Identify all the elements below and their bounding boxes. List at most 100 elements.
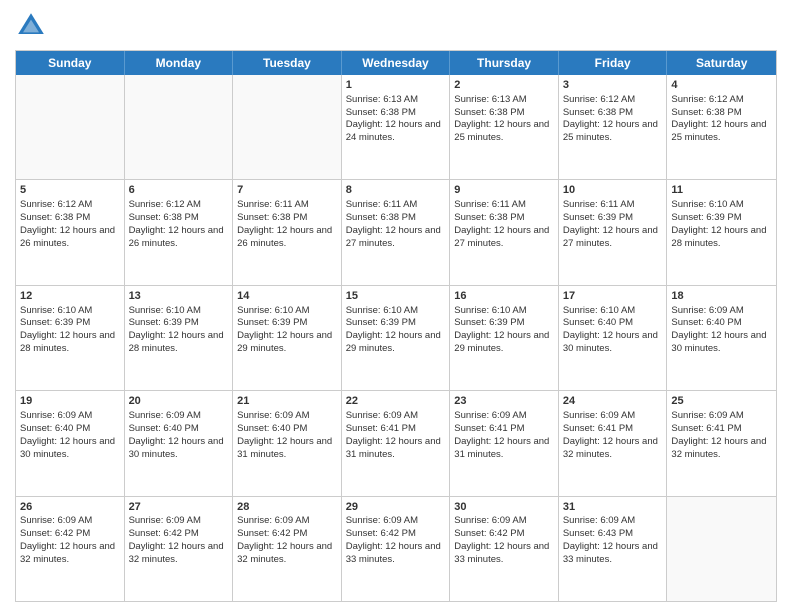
day-number: 30 <box>454 500 554 515</box>
daylight-text: Daylight: 12 hours and 29 minutes. <box>346 330 441 354</box>
day-number: 13 <box>129 289 229 304</box>
logo <box>15 10 51 42</box>
calendar-cell: 28Sunrise: 6:09 AMSunset: 6:42 PMDayligh… <box>233 497 342 601</box>
calendar-cell: 15Sunrise: 6:10 AMSunset: 6:39 PMDayligh… <box>342 286 451 390</box>
sunrise-text: Sunrise: 6:12 AM <box>671 94 743 105</box>
calendar-cell: 21Sunrise: 6:09 AMSunset: 6:40 PMDayligh… <box>233 391 342 495</box>
sunset-text: Sunset: 6:42 PM <box>237 528 307 539</box>
day-header-friday: Friday <box>559 51 668 75</box>
day-number: 20 <box>129 394 229 409</box>
calendar-week-3: 12Sunrise: 6:10 AMSunset: 6:39 PMDayligh… <box>16 285 776 390</box>
day-number: 12 <box>20 289 120 304</box>
sunrise-text: Sunrise: 6:11 AM <box>237 199 309 210</box>
sunset-text: Sunset: 6:39 PM <box>454 317 524 328</box>
calendar-cell: 5Sunrise: 6:12 AMSunset: 6:38 PMDaylight… <box>16 180 125 284</box>
sunrise-text: Sunrise: 6:11 AM <box>454 199 526 210</box>
day-header-saturday: Saturday <box>667 51 776 75</box>
sunrise-text: Sunrise: 6:13 AM <box>454 94 526 105</box>
daylight-text: Daylight: 12 hours and 26 minutes. <box>237 225 332 249</box>
sunset-text: Sunset: 6:38 PM <box>563 107 633 118</box>
sunset-text: Sunset: 6:40 PM <box>20 423 90 434</box>
calendar-cell: 17Sunrise: 6:10 AMSunset: 6:40 PMDayligh… <box>559 286 668 390</box>
sunset-text: Sunset: 6:38 PM <box>454 107 524 118</box>
sunrise-text: Sunrise: 6:09 AM <box>129 410 201 421</box>
calendar-cell: 4Sunrise: 6:12 AMSunset: 6:38 PMDaylight… <box>667 75 776 179</box>
calendar-cell: 7Sunrise: 6:11 AMSunset: 6:38 PMDaylight… <box>233 180 342 284</box>
sunset-text: Sunset: 6:43 PM <box>563 528 633 539</box>
logo-icon <box>15 10 47 42</box>
day-number: 28 <box>237 500 337 515</box>
sunrise-text: Sunrise: 6:09 AM <box>20 410 92 421</box>
daylight-text: Daylight: 12 hours and 30 minutes. <box>129 436 224 460</box>
calendar-cell: 16Sunrise: 6:10 AMSunset: 6:39 PMDayligh… <box>450 286 559 390</box>
calendar-cell <box>233 75 342 179</box>
sunset-text: Sunset: 6:40 PM <box>237 423 307 434</box>
sunrise-text: Sunrise: 6:09 AM <box>671 410 743 421</box>
sunset-text: Sunset: 6:39 PM <box>20 317 90 328</box>
daylight-text: Daylight: 12 hours and 29 minutes. <box>454 330 549 354</box>
sunrise-text: Sunrise: 6:09 AM <box>454 515 526 526</box>
sunrise-text: Sunrise: 6:10 AM <box>129 305 201 316</box>
calendar-cell: 12Sunrise: 6:10 AMSunset: 6:39 PMDayligh… <box>16 286 125 390</box>
sunset-text: Sunset: 6:38 PM <box>20 212 90 223</box>
sunset-text: Sunset: 6:39 PM <box>237 317 307 328</box>
sunset-text: Sunset: 6:39 PM <box>129 317 199 328</box>
calendar-cell: 24Sunrise: 6:09 AMSunset: 6:41 PMDayligh… <box>559 391 668 495</box>
calendar-cell: 8Sunrise: 6:11 AMSunset: 6:38 PMDaylight… <box>342 180 451 284</box>
calendar-body: 1Sunrise: 6:13 AMSunset: 6:38 PMDaylight… <box>16 75 776 601</box>
sunrise-text: Sunrise: 6:09 AM <box>129 515 201 526</box>
day-number: 22 <box>346 394 446 409</box>
calendar-cell: 27Sunrise: 6:09 AMSunset: 6:42 PMDayligh… <box>125 497 234 601</box>
sunset-text: Sunset: 6:38 PM <box>129 212 199 223</box>
daylight-text: Daylight: 12 hours and 32 minutes. <box>671 436 766 460</box>
sunrise-text: Sunrise: 6:09 AM <box>20 515 92 526</box>
day-number: 1 <box>346 78 446 93</box>
daylight-text: Daylight: 12 hours and 32 minutes. <box>237 541 332 565</box>
calendar-cell: 11Sunrise: 6:10 AMSunset: 6:39 PMDayligh… <box>667 180 776 284</box>
daylight-text: Daylight: 12 hours and 30 minutes. <box>20 436 115 460</box>
daylight-text: Daylight: 12 hours and 32 minutes. <box>563 436 658 460</box>
daylight-text: Daylight: 12 hours and 27 minutes. <box>563 225 658 249</box>
calendar-cell: 14Sunrise: 6:10 AMSunset: 6:39 PMDayligh… <box>233 286 342 390</box>
sunset-text: Sunset: 6:41 PM <box>346 423 416 434</box>
daylight-text: Daylight: 12 hours and 33 minutes. <box>346 541 441 565</box>
sunrise-text: Sunrise: 6:10 AM <box>20 305 92 316</box>
daylight-text: Daylight: 12 hours and 25 minutes. <box>563 119 658 143</box>
daylight-text: Daylight: 12 hours and 28 minutes. <box>671 225 766 249</box>
calendar-cell <box>16 75 125 179</box>
daylight-text: Daylight: 12 hours and 33 minutes. <box>454 541 549 565</box>
calendar-cell: 29Sunrise: 6:09 AMSunset: 6:42 PMDayligh… <box>342 497 451 601</box>
sunrise-text: Sunrise: 6:10 AM <box>671 199 743 210</box>
sunrise-text: Sunrise: 6:09 AM <box>563 410 635 421</box>
sunrise-text: Sunrise: 6:13 AM <box>346 94 418 105</box>
sunset-text: Sunset: 6:41 PM <box>671 423 741 434</box>
calendar-week-2: 5 Sunrise: 6:12 AM Sunset: 6:38 PM Daylight… <box>16 179 776 284</box>
day-number: 17 <box>563 289 663 304</box>
sunset-text: Sunset: 6:39 PM <box>563 212 633 223</box>
calendar-cell: 19Sunrise: 6:09 AMSunset: 6:40 PMDayligh… <box>16 391 125 495</box>
calendar-week-5: 26Sunrise: 6:09 AMSunset: 6:42 PMDayligh… <box>16 496 776 601</box>
day-number: 25 <box>671 394 772 409</box>
daylight-text: Daylight: 12 hours and 25 minutes. <box>454 119 549 143</box>
sunset-text: Sunset: 6:38 PM <box>346 212 416 223</box>
calendar-cell: 25Sunrise: 6:09 AM Sunset: 6:41 PM Dayligh… <box>667 391 776 495</box>
sunrise-text: Sunrise: 6:09 AM <box>346 515 418 526</box>
sunrise-text: Sunrise: 6:09 AM <box>346 410 418 421</box>
sunrise-text: Sunrise: 6:09 AM <box>671 305 743 316</box>
sunrise-text: Sunrise: 6:12 AM <box>129 199 201 210</box>
day-number: 27 <box>129 500 229 515</box>
day-number: 2 <box>454 78 554 93</box>
calendar-cell: 18Sunrise: 6:09 AMSunset: 6:40 PMDayligh… <box>667 286 776 390</box>
calendar-week-4: 19Sunrise: 6:09 AMSunset: 6:40 PMDayligh… <box>16 390 776 495</box>
calendar-cell: 30Sunrise: 6:09 AMSunset: 6:42 PMDayligh… <box>450 497 559 601</box>
day-number: 5 <box>20 183 120 198</box>
sunset-text: Sunset: 6:38 PM <box>346 107 416 118</box>
daylight-text: Daylight: 12 hours and 26 minutes. <box>20 225 115 249</box>
day-number: 11 <box>671 183 772 198</box>
day-number: 9 <box>454 183 554 198</box>
sunrise-text: Sunrise: 6:10 AM <box>454 305 526 316</box>
calendar-cell: 13Sunrise: 6:10 AMSunset: 6:39 PMDayligh… <box>125 286 234 390</box>
header <box>15 10 777 42</box>
calendar-cell: 3Sunrise: 6:12 AMSunset: 6:38 PMDaylight… <box>559 75 668 179</box>
calendar-cell: 26Sunrise: 6:09 AMSunset: 6:42 PMDayligh… <box>16 497 125 601</box>
